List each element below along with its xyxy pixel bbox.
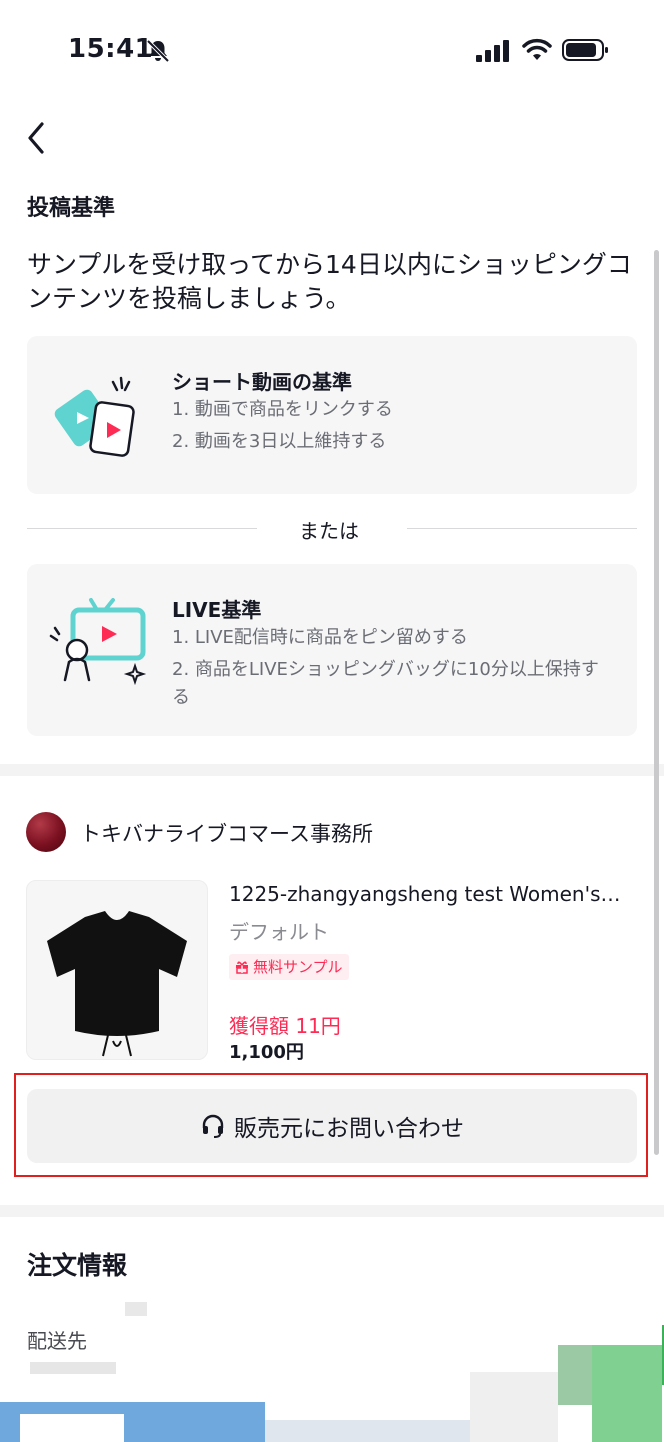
- short-video-illustration-icon: [54, 376, 135, 457]
- short-video-criteria-item: 2. 動画を3日以上維持する: [172, 431, 387, 452]
- seller-avatar[interactable]: [26, 812, 66, 852]
- live-criteria-card: LIVE基準 1. LIVE配信時に商品をピン留めする 2. 商品をLIVEショ…: [27, 564, 637, 736]
- intro-text: サンプルを受け取ってから14日以内にショッピングコンテンツを投稿しましょう。: [27, 250, 632, 313]
- redacted-block: [30, 1362, 116, 1374]
- redacted-block: [125, 1302, 147, 1316]
- short-video-criteria-title: ショート動画の基準: [172, 370, 352, 394]
- product-price: 1,100円: [229, 1042, 304, 1063]
- bell-muted-icon: [146, 39, 170, 63]
- shipping-label: 配送先: [27, 1329, 87, 1353]
- free-sample-badge: 無料サンプル: [229, 954, 349, 980]
- earnings-amount: 獲得額 11円: [229, 1014, 341, 1038]
- badge-label: 無料サンプル: [253, 958, 343, 976]
- or-label: または: [299, 519, 359, 543]
- battery-icon: [562, 39, 608, 61]
- short-video-criteria-card: ショート動画の基準 1. 動画で商品をリンクする 2. 動画を3日以上維持する: [27, 336, 637, 494]
- cellular-signal-icon: [476, 40, 509, 62]
- highlight-annotation: [14, 1073, 648, 1177]
- seller-name[interactable]: トキバナライブコマース事務所: [80, 818, 373, 848]
- back-arrow-icon[interactable]: [22, 118, 54, 158]
- gift-icon: [236, 961, 248, 974]
- section-separator: [0, 764, 664, 776]
- redacted-block: [558, 1345, 592, 1405]
- live-criteria-item: 2. 商品をLIVEショッピングバッグに10分以上保持する: [172, 659, 599, 708]
- redacted-block: [265, 1420, 470, 1442]
- wifi-icon: [522, 38, 552, 60]
- black-top-image: [47, 911, 187, 1057]
- divider-left: [27, 528, 257, 529]
- live-tv-illustration-icon: [49, 598, 147, 686]
- divider-right: [407, 528, 637, 529]
- scrollbar[interactable]: [654, 250, 659, 1155]
- redacted-block: [592, 1345, 662, 1442]
- redacted-block: [20, 1414, 124, 1442]
- product-title[interactable]: 1225-zhangyangsheng test Women's…: [229, 882, 639, 906]
- short-video-criteria-item: 1. 動画で商品をリンクする: [172, 399, 393, 420]
- live-criteria-item: 1. LIVE配信時に商品をピン留めする: [172, 627, 468, 648]
- section-title: 投稿基準: [27, 196, 116, 221]
- product-image[interactable]: [26, 880, 208, 1060]
- section-separator: [0, 1205, 664, 1217]
- order-info-title: 注文情報: [27, 1251, 128, 1280]
- live-criteria-title: LIVE基準: [172, 598, 262, 622]
- redacted-block: [470, 1372, 558, 1442]
- status-time: 15:41: [68, 34, 154, 64]
- product-variant: デフォルト: [229, 920, 329, 944]
